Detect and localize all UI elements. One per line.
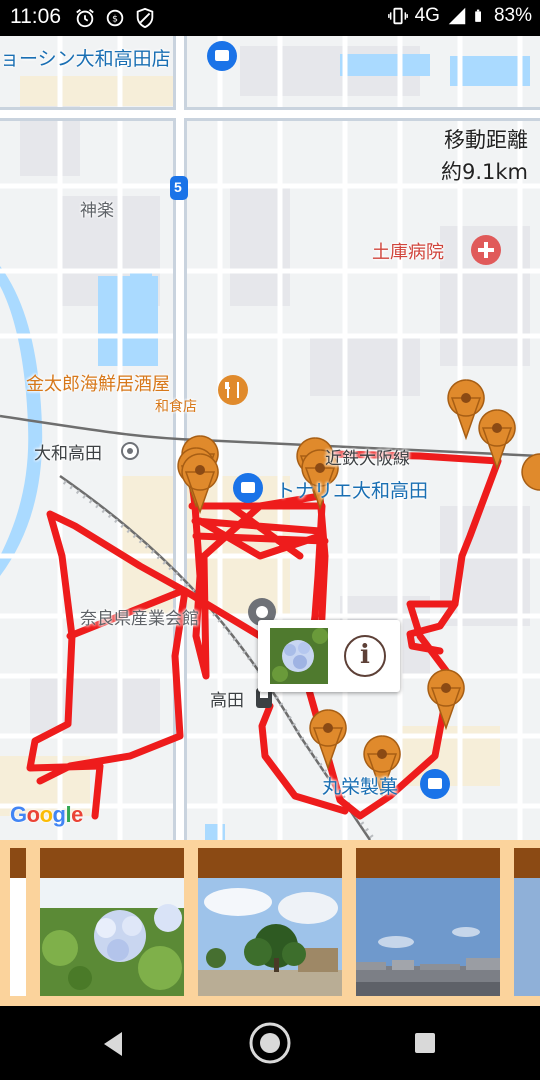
route-5-number: 5: [174, 179, 182, 195]
vibrate-icon: [387, 7, 408, 25]
map-view[interactable]: ョーシン大和高田店 神楽 5 土庫病院 金太郎海鮮居酒屋 和食店 大和高田 近鉄…: [0, 36, 540, 840]
label-mall[interactable]: トナリエ大和高田: [276, 476, 428, 503]
photo-card-header: [514, 848, 540, 878]
back-icon[interactable]: [100, 1030, 126, 1058]
photo-partial[interactable]: [514, 878, 540, 996]
photo-card-header: [40, 848, 184, 878]
distance-value: 約9.1km: [440, 160, 528, 184]
park-tree-photo[interactable]: [198, 878, 342, 996]
cityscape-photo[interactable]: [356, 878, 500, 996]
google-logo: Google: [10, 802, 83, 828]
label-restaurant[interactable]: 金太郎海鮮居酒屋: [26, 370, 170, 396]
hydrangea-thumbnail-icon: [270, 628, 328, 684]
label-confectionery[interactable]: 丸栄製菓: [322, 772, 398, 799]
photo-card-partial-left[interactable]: [10, 848, 26, 996]
distance-panel: 移動距離 約9.1km: [441, 124, 528, 188]
data-saver-icon: $: [106, 9, 124, 27]
label-station-takada[interactable]: 高田: [210, 686, 244, 711]
shield-icon: [136, 7, 154, 29]
label-kagura: 神楽: [80, 201, 114, 221]
battery-level: 83%: [493, 5, 532, 26]
distance-title: 移動距離: [444, 128, 528, 152]
shop-pin-icon[interactable]: [207, 41, 237, 71]
photo-card-partial-right[interactable]: [514, 848, 540, 996]
alarm-icon: [76, 9, 94, 28]
system-icons: 4G 83%: [387, 5, 532, 27]
status-bar: 11:06 $ 4G 83%: [0, 0, 540, 36]
hydrangea-photo[interactable]: [40, 878, 184, 996]
label-hall[interactable]: 奈良県産業会館: [80, 604, 199, 629]
confectionery-pin-icon[interactable]: [420, 769, 450, 799]
label-hospital[interactable]: 土庫病院: [372, 238, 444, 264]
restaurant-pin-icon[interactable]: [218, 375, 248, 405]
station-icon: [121, 442, 139, 460]
photo-card-header: [356, 848, 500, 878]
signal-icon: [448, 7, 466, 25]
info-icon[interactable]: i: [344, 635, 386, 677]
google-logo-letter: g: [52, 802, 66, 827]
mall-pin-icon[interactable]: [233, 473, 263, 503]
google-logo-letter: o: [26, 802, 40, 827]
battery-icon: [475, 9, 481, 22]
google-logo-letter: e: [71, 802, 83, 827]
hospital-pin-icon[interactable]: [471, 235, 501, 265]
photo-strip[interactable]: [0, 840, 540, 1006]
label-station-yamato-takada[interactable]: 大和高田: [34, 439, 102, 464]
photo-card[interactable]: [40, 848, 184, 996]
notification-icons: $: [74, 7, 156, 29]
photo-card[interactable]: [356, 848, 500, 996]
photo-popup[interactable]: i: [258, 620, 400, 692]
google-logo-letter: o: [39, 802, 53, 827]
google-logo-letter: G: [10, 802, 27, 827]
home-icon[interactable]: [247, 1020, 293, 1066]
popup-thumbnail[interactable]: [270, 628, 328, 684]
photo-card[interactable]: [198, 848, 342, 996]
svg-text:$: $: [112, 14, 118, 25]
photo-card-header: [10, 848, 26, 878]
recents-icon[interactable]: [414, 1032, 436, 1054]
label-restaurant-type: 和食店: [155, 399, 197, 415]
navigation-bar: [0, 1006, 540, 1080]
network-type: 4G: [414, 5, 440, 26]
photo-card-header: [198, 848, 342, 878]
status-time: 11:06: [10, 5, 61, 28]
label-railway: 近鉄大阪線: [325, 449, 410, 469]
label-shop-top[interactable]: ョーシン大和高田店: [0, 44, 171, 71]
